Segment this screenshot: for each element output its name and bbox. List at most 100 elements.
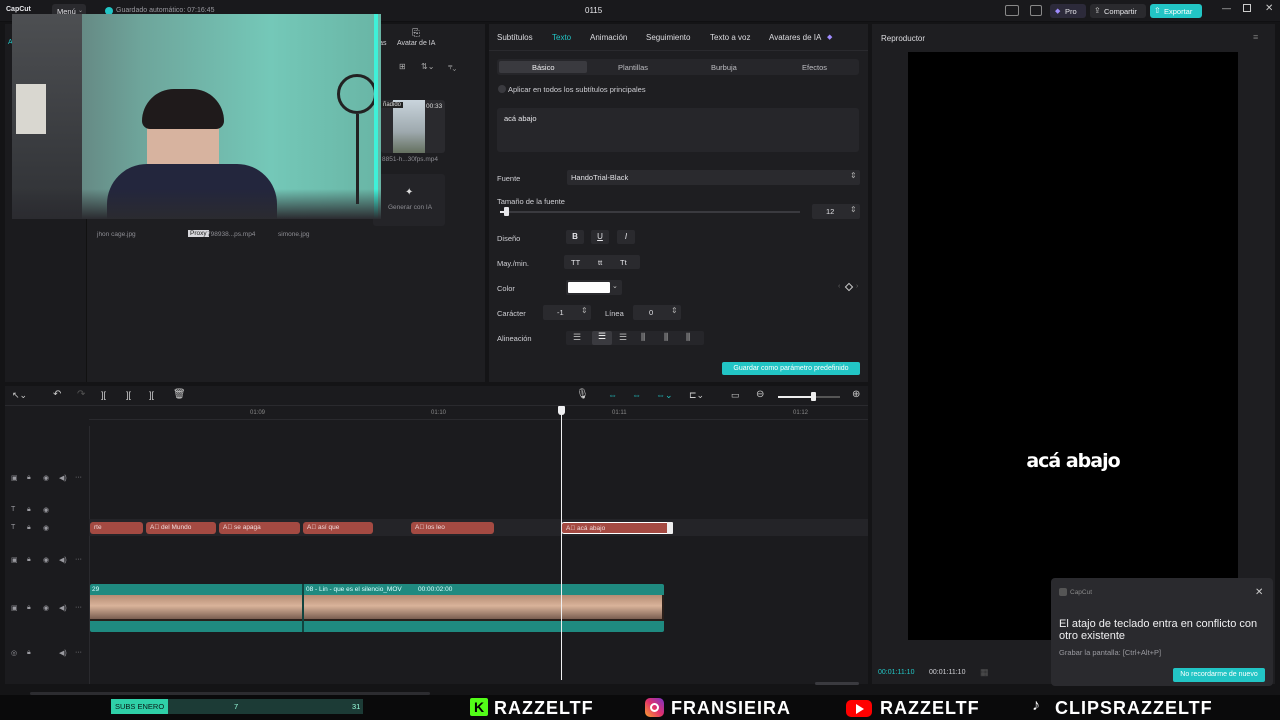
size-slider-handle[interactable] xyxy=(504,207,509,216)
tab-texto-a-voz[interactable]: Texto a voz xyxy=(710,33,750,42)
link-icon[interactable]: ⇔ xyxy=(608,390,617,400)
text-clip[interactable]: rte xyxy=(90,522,143,534)
keyframe-prev-icon[interactable]: ‹ xyxy=(838,283,840,290)
eye-icon[interactable]: ◉ xyxy=(43,474,49,482)
text-clip[interactable]: A⃞ los leo xyxy=(411,522,494,534)
italic-button[interactable]: I xyxy=(617,230,635,244)
time-ruler[interactable] xyxy=(89,406,868,420)
export-button[interactable]: ⇧ Exportar xyxy=(1150,4,1202,18)
generate-ai-card[interactable]: ✦ Generar con IA xyxy=(373,174,445,226)
text-clip[interactable]: A⃞ se apaga xyxy=(219,522,300,534)
filter-icon[interactable]: ⫧⌄ xyxy=(448,62,456,72)
captions-icon[interactable]: ▭ xyxy=(731,390,740,401)
tab-seguimiento[interactable]: Seguimiento xyxy=(646,33,690,42)
redo-icon[interactable]: ↷ xyxy=(77,389,85,400)
snap-icon[interactable]: ⇔⌄ xyxy=(656,390,673,401)
bold-button[interactable]: B xyxy=(566,230,584,244)
underline-button[interactable]: U xyxy=(591,230,609,244)
tab-avatar-ia[interactable]: Avatar de IA xyxy=(397,40,435,47)
delete-icon[interactable]: 🗑 xyxy=(173,389,186,400)
eye-icon[interactable]: ◉ xyxy=(43,604,49,612)
audio-icon[interactable]: ◀︎) xyxy=(59,556,67,564)
zoom-out-icon[interactable]: ⊖ xyxy=(756,389,764,400)
lock-icon[interactable]: 🔒︎ xyxy=(27,556,31,564)
minimize-icon[interactable]: — xyxy=(1222,3,1231,13)
line-spacing-stepper[interactable]: 0 ⇕ xyxy=(633,305,681,320)
eye-icon[interactable]: ◉ xyxy=(43,556,49,564)
lowercase-button[interactable]: tt xyxy=(598,258,602,267)
size-slider[interactable] xyxy=(500,211,800,213)
subtab-burbuja[interactable]: Burbuja xyxy=(711,63,737,72)
playhead[interactable] xyxy=(561,409,562,680)
audio-icon[interactable]: ◀︎) xyxy=(59,604,67,612)
lock-icon[interactable]: 🔒︎ xyxy=(27,649,31,657)
lock-icon[interactable]: 🔒︎ xyxy=(27,474,31,482)
select-tool-icon[interactable]: ↖⌄ xyxy=(12,390,27,401)
close-icon[interactable]: ✕ xyxy=(1255,587,1263,598)
preview-caption[interactable]: acá abajo xyxy=(908,450,1238,472)
align-vertical-bottom-icon[interactable]: ⫼ xyxy=(686,332,690,343)
lock-icon[interactable]: 🔒︎ xyxy=(27,604,31,612)
tab-animacion[interactable]: Animación xyxy=(590,33,627,42)
more-icon[interactable]: ··· xyxy=(75,556,82,563)
microphone-icon[interactable]: 🎙 xyxy=(576,389,589,400)
align-right-icon[interactable]: ☰ xyxy=(619,332,627,343)
subtab-efectos[interactable]: Efectos xyxy=(802,63,827,72)
zoom-in-icon[interactable]: ⊕ xyxy=(852,389,860,400)
preview-axis-icon[interactable]: ⊏⌄ xyxy=(689,390,704,401)
text-clip[interactable]: A⃞ del Mundo xyxy=(146,522,216,534)
sort-icon[interactable]: ⇅⌄ xyxy=(421,62,434,71)
tab-texto[interactable]: Texto xyxy=(552,33,571,42)
trim-handle[interactable] xyxy=(667,522,673,534)
more-icon[interactable]: ··· xyxy=(75,604,82,611)
save-default-button[interactable]: Guardar como parámetro predefinido xyxy=(722,362,860,375)
timeline-scrollbar[interactable] xyxy=(815,682,859,685)
subtab-basico[interactable]: Básico xyxy=(499,61,587,73)
size-stepper[interactable]: 12 ⇕ xyxy=(812,204,860,219)
playhead-handle[interactable] xyxy=(558,406,565,415)
trim-left-icon[interactable]: ][ xyxy=(126,390,131,400)
keyframe-next-icon[interactable]: › xyxy=(856,283,858,290)
layout-icon[interactable] xyxy=(1005,5,1019,16)
lock-icon[interactable]: 🔒︎ xyxy=(27,506,31,514)
audio-icon[interactable]: ◀︎) xyxy=(59,649,67,657)
eye-icon[interactable]: ◉ xyxy=(43,506,49,514)
apply-all-checkbox[interactable] xyxy=(498,85,506,93)
selected-text-clip[interactable]: A⃞ acá abajo xyxy=(561,522,670,534)
zoom-slider-handle[interactable] xyxy=(811,392,816,401)
dismiss-forever-button[interactable]: No recordarme de nuevo xyxy=(1173,668,1265,682)
more-icon[interactable]: ··· xyxy=(75,474,82,481)
align-vertical-top-icon[interactable]: ⫼ xyxy=(641,332,645,343)
trim-right-icon[interactable]: ][ xyxy=(149,390,154,400)
close-window-icon[interactable]: ✕ xyxy=(1265,3,1273,14)
color-picker[interactable]: ⌄ xyxy=(566,280,622,295)
shortcuts-icon[interactable] xyxy=(1030,5,1042,16)
audio-icon[interactable]: ◀︎) xyxy=(59,474,67,482)
uppercase-button[interactable]: TT xyxy=(571,258,580,267)
align-vertical-middle-icon[interactable]: ⫼ xyxy=(664,332,668,343)
lock-icon[interactable]: 🔒︎ xyxy=(27,524,31,532)
undo-icon[interactable]: ↶ xyxy=(53,389,61,400)
subtab-plantillas[interactable]: Plantillas xyxy=(618,63,648,72)
grid-icon[interactable]: ▦ xyxy=(980,667,989,678)
eye-icon[interactable]: ◉ xyxy=(43,524,49,532)
tab-subtitulos[interactable]: Subtítulos xyxy=(497,33,533,42)
video-preview[interactable]: acá abajo xyxy=(908,52,1238,640)
pro-button[interactable]: ◆ Pro xyxy=(1050,4,1086,18)
align-center-icon[interactable]: ☰ xyxy=(592,331,612,345)
split-icon[interactable]: ][ xyxy=(101,390,106,400)
text-input[interactable]: acá abajo xyxy=(497,108,859,152)
font-select[interactable]: HandoTrial-Black ⇕ xyxy=(567,170,860,185)
titlecase-button[interactable]: Tt xyxy=(620,258,627,267)
text-clip[interactable]: A⃞ así que xyxy=(303,522,373,534)
grid-view-icon[interactable]: ⊞ xyxy=(399,62,406,71)
maximize-icon[interactable] xyxy=(1243,4,1251,12)
media-clip-card[interactable]: ñadido 00:33 xyxy=(381,100,445,153)
menu-lines-icon[interactable]: ≡ xyxy=(1253,32,1258,42)
share-button[interactable]: ⇪ Compartir xyxy=(1090,4,1146,18)
align-left-icon[interactable]: ☰ xyxy=(573,332,581,343)
magnet-icon[interactable]: ⇔ xyxy=(632,390,641,400)
char-spacing-stepper[interactable]: -1 ⇕ xyxy=(543,305,591,320)
tab-avatares-ia[interactable]: Avatares de IA xyxy=(769,33,821,42)
more-icon[interactable]: ··· xyxy=(75,649,82,656)
